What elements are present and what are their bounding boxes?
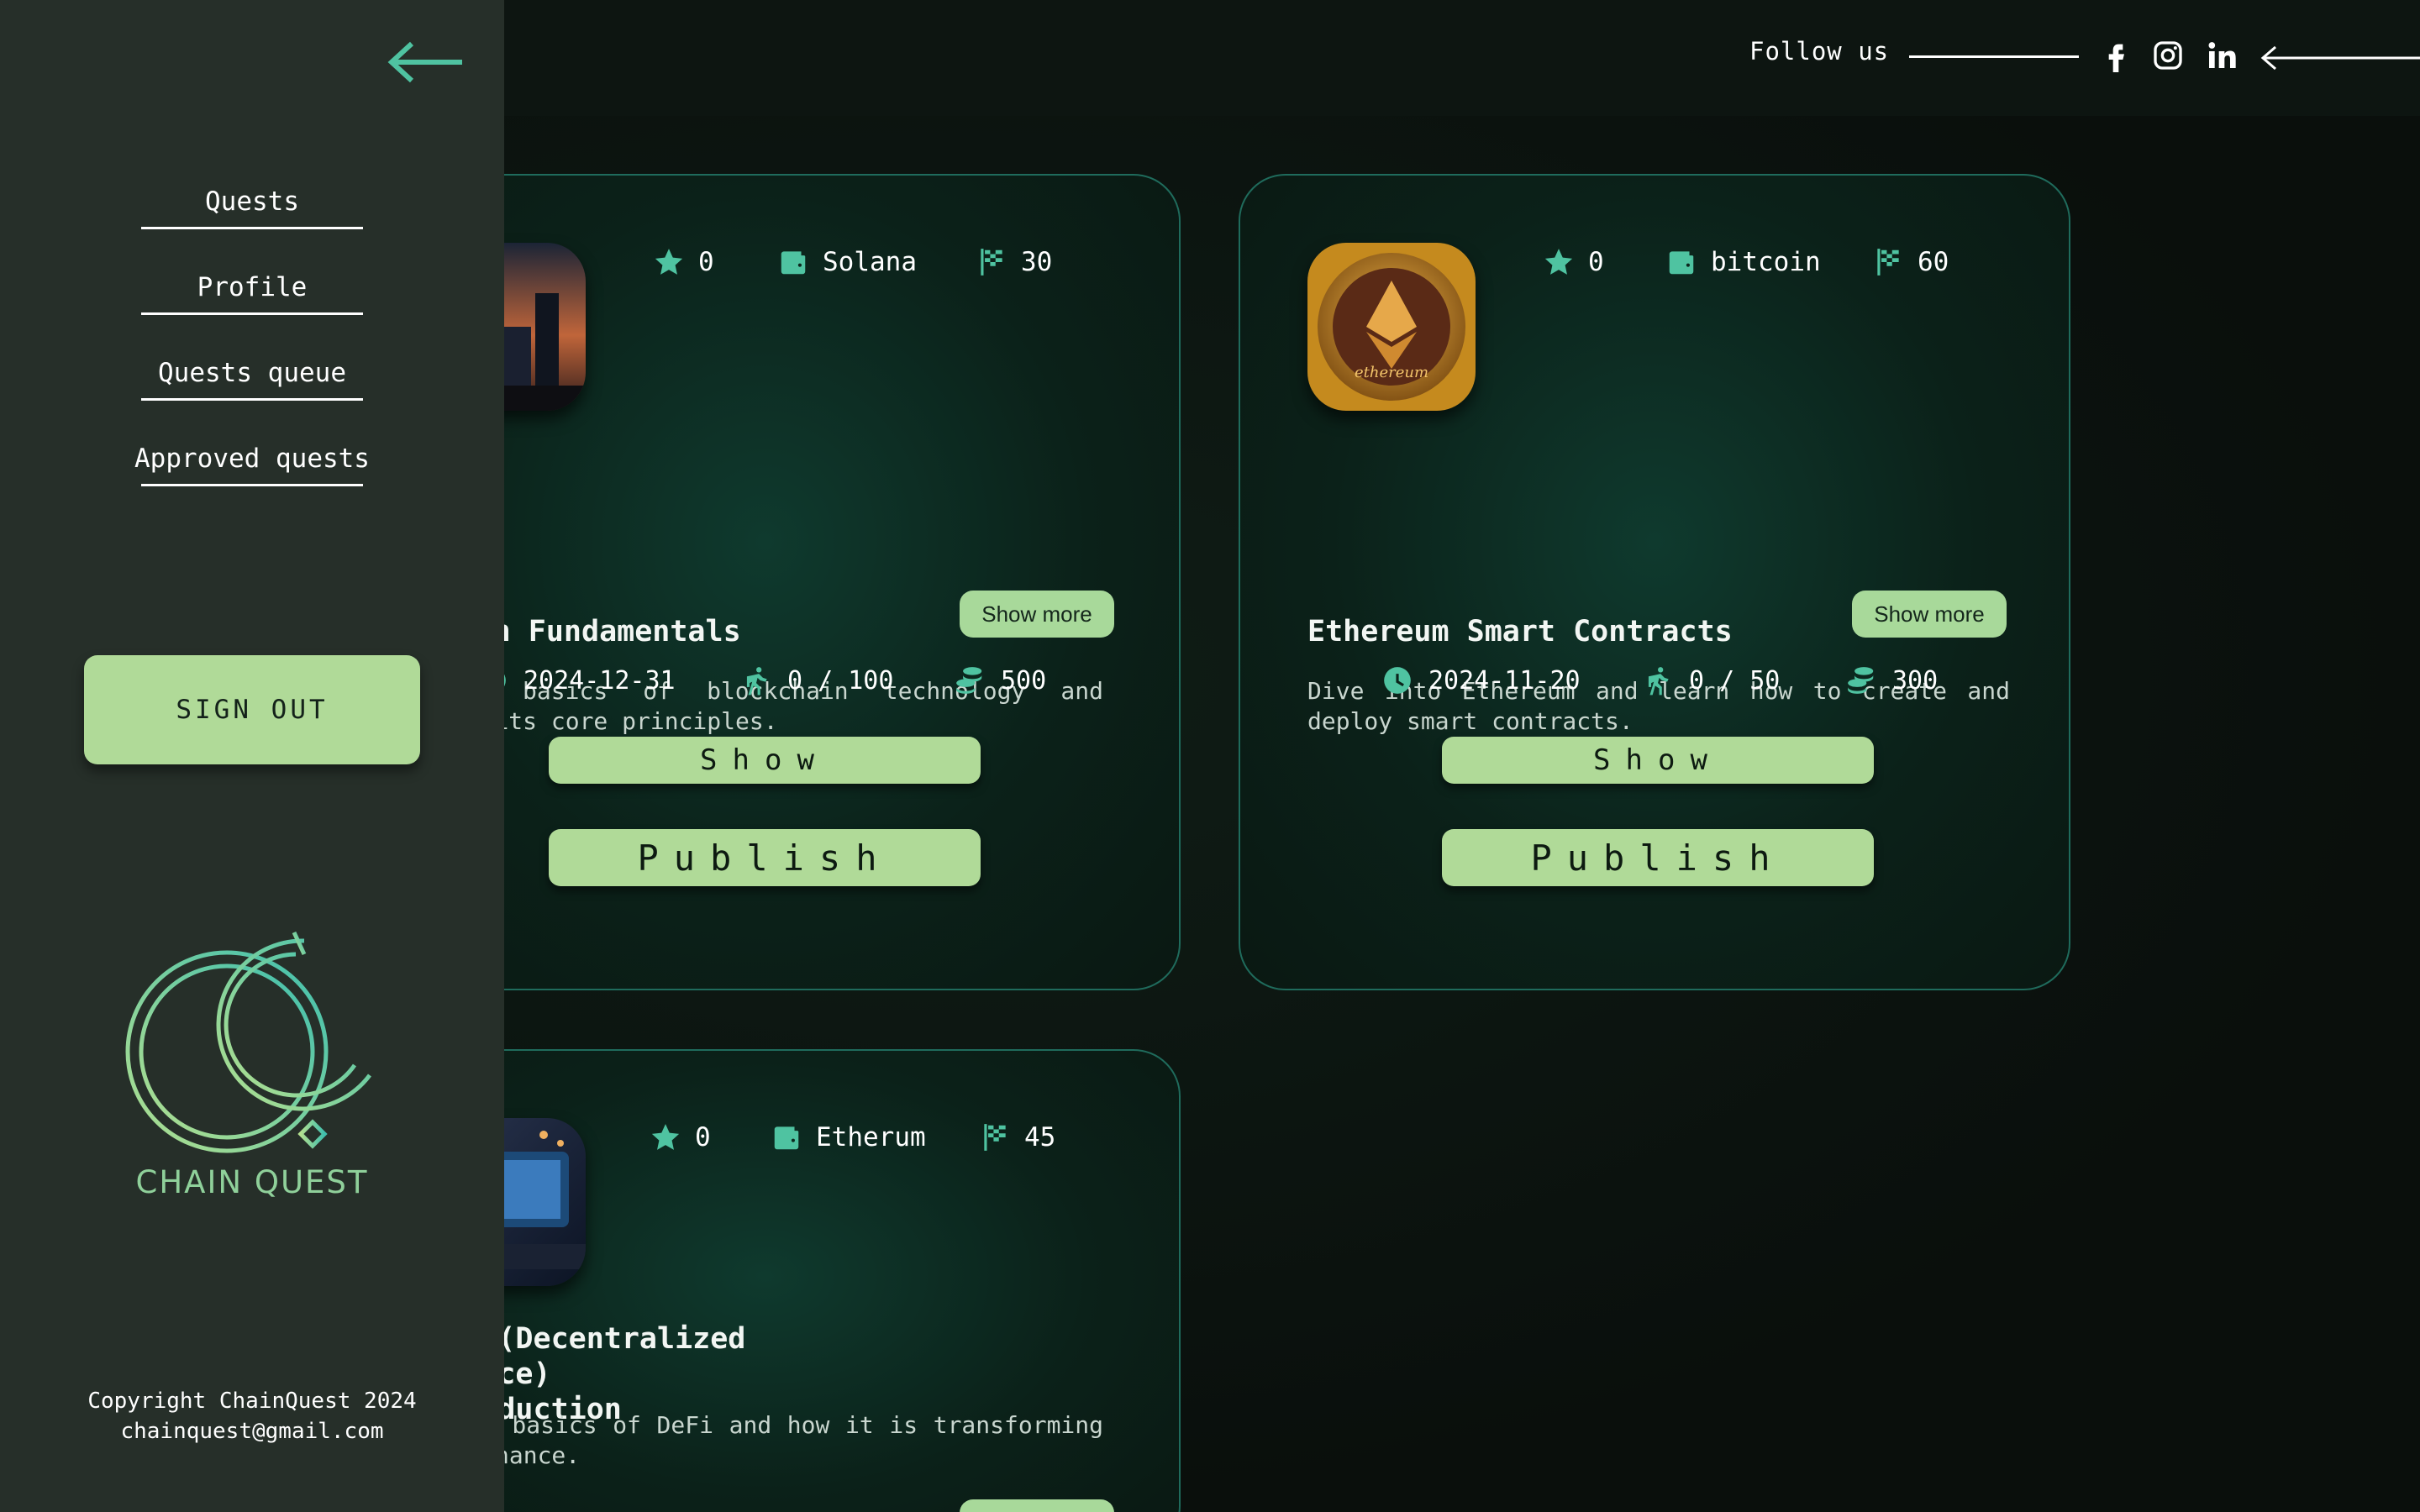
wallet-icon [1669,251,1694,275]
wallet-icon [781,251,806,275]
clock-icon [1384,667,1411,694]
checkered-flag-icon [981,249,1002,276]
chain-quest-logo-icon [125,931,371,1153]
sidebar-item-label: Quests [205,186,299,217]
stars-stat: 0 [1543,246,1604,278]
sign-out-button[interactable]: SIGN OUT [84,655,420,764]
sidebar-item-quests[interactable]: Quests [0,186,504,217]
facebook-icon[interactable] [2097,37,2134,74]
stars-stat: 0 [653,246,714,278]
contact-email[interactable]: chainquest@gmail.com [0,1416,504,1446]
svg-text:ethereum: ethereum [1355,364,1428,381]
stars-stat: 0 [650,1121,711,1153]
coins-icon [956,667,982,694]
date-meta: 2024-11-20 [1381,664,1581,696]
publish-button[interactable]: Publish [1442,829,1874,886]
sidebar-item-approved-quests[interactable]: Approved quests [0,444,504,474]
logo-text: CHAIN QUEST [135,1164,369,1200]
show-button[interactable]: Show [549,737,981,784]
due-date: 2024-11-20 [1428,665,1581,696]
due-date: 2024-12-31 [523,665,676,696]
wallet-stat: Etherum [771,1121,926,1153]
flag-value: 30 [1021,247,1053,277]
show-more-button[interactable]: Show more [1852,591,2007,638]
wallet-value: bitcoin [1711,247,1821,277]
checkered-flag-icon [1877,249,1899,276]
date-meta: 2024-12-31 [476,664,676,696]
reward-meta: 500 [954,664,1046,696]
copyright-text: Copyright ChainQuest 2024 [87,1389,417,1414]
show-button[interactable]: Show [1442,737,1874,784]
footer: Copyright ChainQuest 2024 chainquest@gma… [0,1386,504,1446]
sidebar-item-profile[interactable]: Profile [0,272,504,302]
instagram-icon[interactable] [2149,37,2186,74]
sidebar-item-label: Approved quests [134,444,370,474]
collapse-arrow-icon[interactable] [387,39,464,86]
nav-underline [141,227,363,229]
flag-stat: 60 [1872,246,1949,278]
show-more-button[interactable]: Show more [960,1499,1114,1512]
stars-value: 0 [695,1122,711,1152]
wallet-value: Solana [823,247,917,277]
flag-stat: 30 [976,246,1052,278]
star-icon [1544,249,1573,275]
arrow-left-icon[interactable] [2259,44,2420,72]
star-icon [651,1124,680,1150]
wallet-value: Etherum [816,1122,926,1152]
participants-value: 0 / 100 [787,665,894,696]
nav-underline [141,398,363,401]
wallet-stat: bitcoin [1665,246,1821,278]
coins-icon [1848,667,1874,694]
runner-icon [1648,667,1669,696]
nav-underline [141,484,363,486]
follow-divider [1909,55,2079,58]
participants-value: 0 / 50 [1689,665,1781,696]
reward-meta: 300 [1845,664,1938,696]
linkedin-icon[interactable] [2203,37,2240,74]
checkered-flag-icon [984,1124,1006,1151]
publish-button[interactable]: Publish [549,829,981,886]
follow-us-label: Follow us [1749,37,1890,66]
sidebar-item-label: Profile [197,272,308,302]
wallet-stat: Solana [777,246,917,278]
stars-value: 0 [698,247,714,277]
show-more-button[interactable]: Show more [960,591,1114,638]
participants-meta: 0 / 100 [740,664,893,696]
sidebar: Quests Profile Quests queue Approved que… [0,0,504,1512]
quest-card: ethereum 0 bitcoin 60 Ethereum Smart Con… [1239,174,2070,990]
quest-image: ethereum [1307,243,1476,411]
flag-stat: 45 [979,1121,1055,1153]
reward-value: 300 [1892,665,1939,696]
nav-underline [141,312,363,315]
participants-meta: 0 / 50 [1642,664,1780,696]
sidebar-item-label: Quests queue [158,358,346,388]
runner-icon [746,667,767,696]
reward-value: 500 [1001,665,1047,696]
flag-value: 45 [1024,1122,1056,1152]
stars-value: 0 [1588,247,1604,277]
sidebar-item-quests-queue[interactable]: Quests queue [0,358,504,388]
wallet-icon [774,1126,799,1150]
flag-value: 60 [1918,247,1949,277]
star-icon [655,249,683,275]
